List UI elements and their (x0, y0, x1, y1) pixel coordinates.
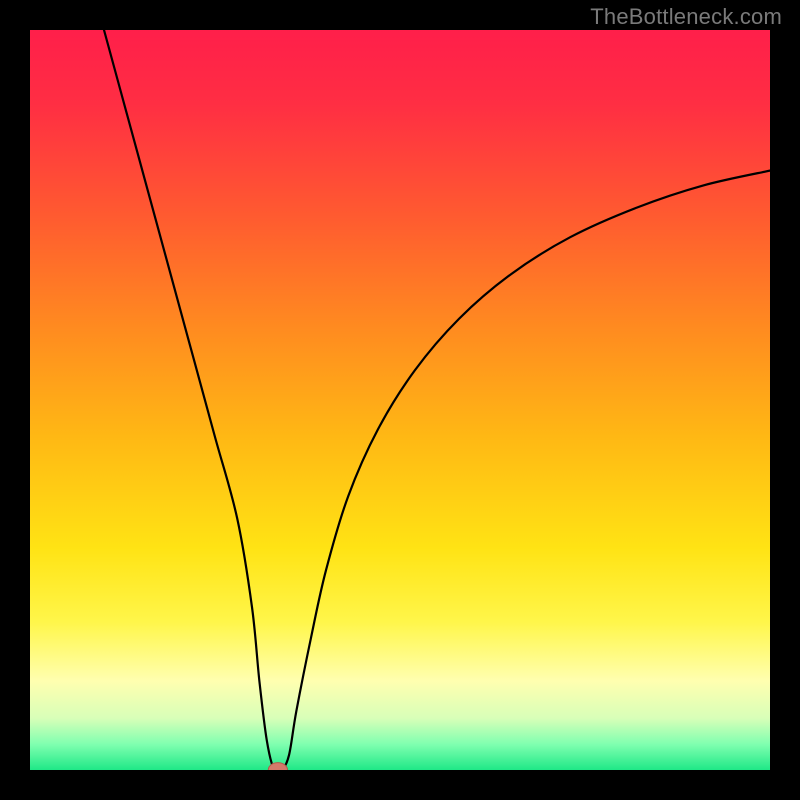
watermark-text: TheBottleneck.com (590, 4, 782, 30)
bottleneck-chart (30, 30, 770, 770)
gradient-background (30, 30, 770, 770)
chart-frame: TheBottleneck.com (0, 0, 800, 800)
plot-area (30, 30, 770, 770)
